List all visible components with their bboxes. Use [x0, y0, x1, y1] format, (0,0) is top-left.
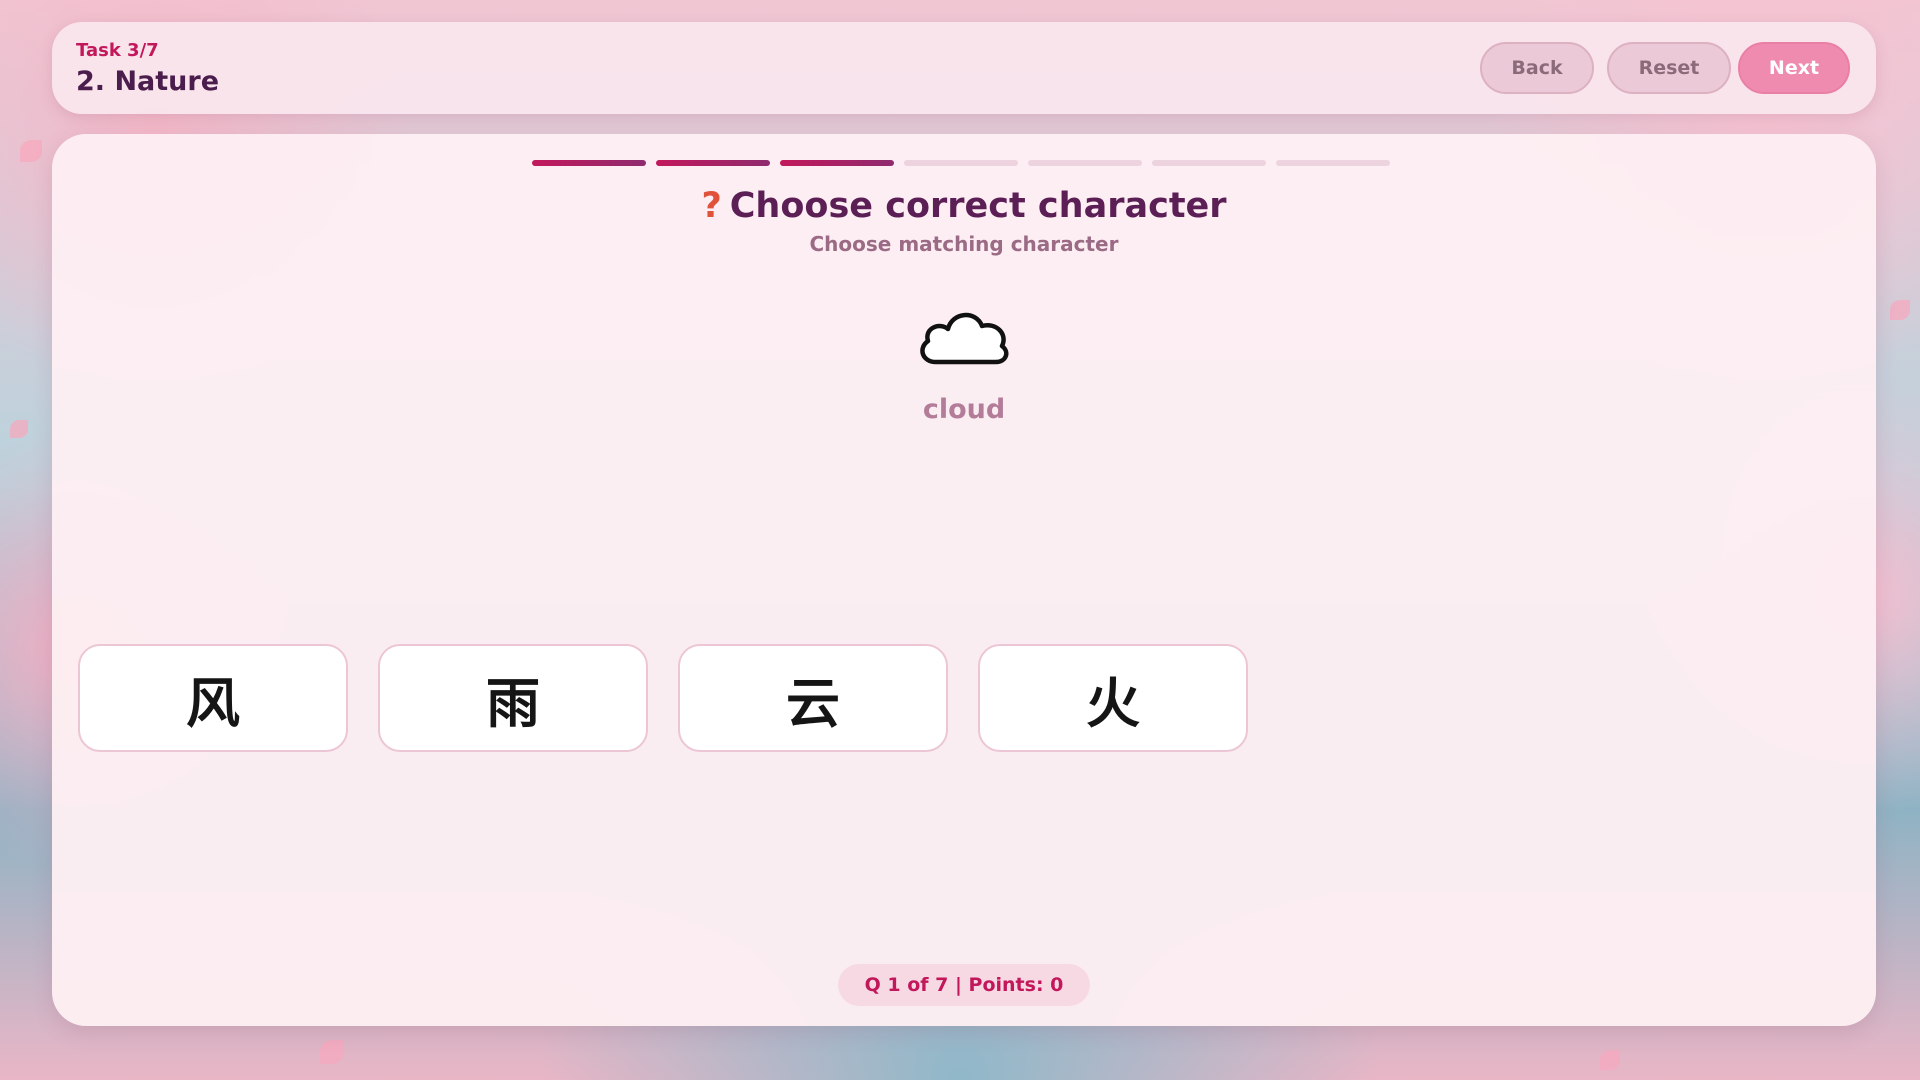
- progress-segment: [1152, 160, 1266, 166]
- progress-segment: [780, 160, 894, 166]
- petal-decoration: [1890, 300, 1910, 320]
- question-mark-icon: ?: [701, 186, 722, 226]
- progress-bar: [532, 160, 1390, 166]
- question-title-text: Choose correct character: [729, 186, 1227, 226]
- progress-segment: [532, 160, 646, 166]
- score-status: Q 1 of 7 | Points: 0: [838, 964, 1090, 1006]
- petal-decoration: [320, 1040, 344, 1064]
- question-panel: ? Choose correct character Choose matchin…: [52, 134, 1876, 1026]
- choice-option-4[interactable]: 火: [978, 644, 1248, 752]
- next-button[interactable]: Next: [1738, 42, 1850, 94]
- top-bar: Task 3/7 2. Nature Back Reset Next: [52, 22, 1876, 114]
- progress-segment: [1028, 160, 1142, 166]
- answer-choices: 风 雨 云 火: [78, 644, 1248, 752]
- petal-decoration: [10, 420, 28, 438]
- progress-segment: [656, 160, 770, 166]
- back-button[interactable]: Back: [1480, 42, 1594, 94]
- prompt-word: cloud: [922, 394, 1006, 425]
- lesson-title: 2. Nature: [76, 66, 220, 97]
- progress-segment: [904, 160, 1018, 166]
- question-subtitle: Choose matching character: [809, 232, 1119, 256]
- question-title: ? Choose correct character: [52, 186, 1876, 226]
- choice-option-2[interactable]: 雨: [378, 644, 648, 752]
- choice-option-3[interactable]: 云: [678, 644, 948, 752]
- cloud-icon: [920, 312, 1009, 365]
- petal-decoration: [20, 140, 42, 162]
- reset-button[interactable]: Reset: [1607, 42, 1731, 94]
- petal-decoration: [1600, 1050, 1620, 1070]
- task-counter: Task 3/7: [76, 40, 159, 61]
- choice-option-1[interactable]: 风: [78, 644, 348, 752]
- progress-segment: [1276, 160, 1390, 166]
